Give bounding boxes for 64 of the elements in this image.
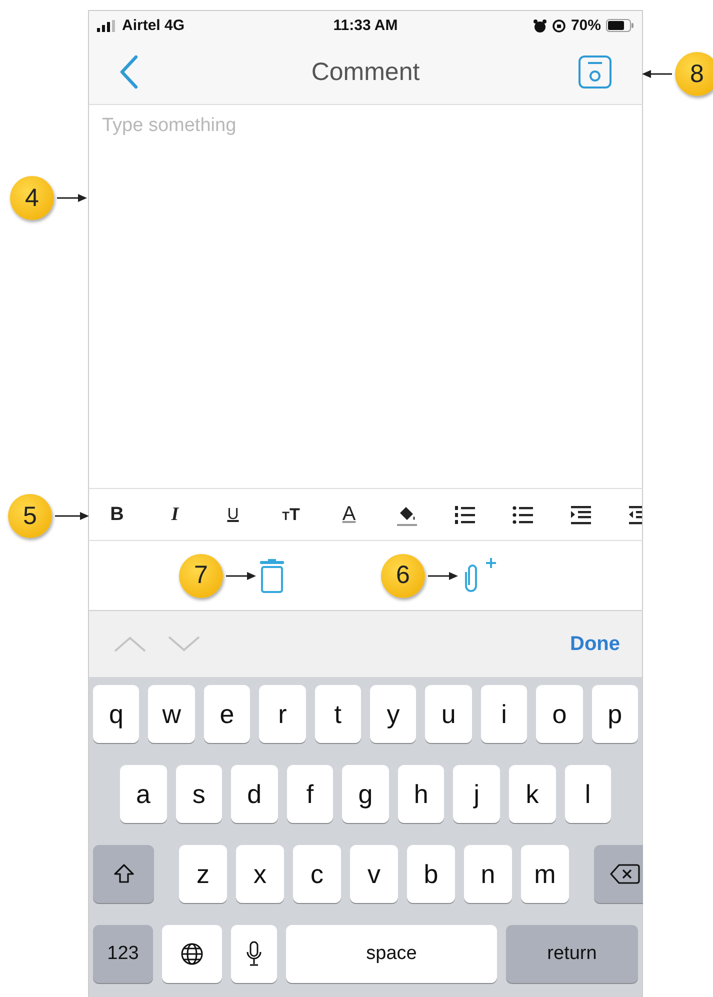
- letter-key[interactable]: t: [314, 685, 362, 743]
- letter-key[interactable]: o: [536, 685, 583, 743]
- letter-key[interactable]: r: [259, 685, 306, 743]
- letter-key[interactable]: k: [508, 765, 556, 823]
- letter-key[interactable]: h: [398, 765, 444, 823]
- letter-key[interactable]: b: [407, 845, 455, 903]
- letter-key[interactable]: z: [179, 845, 227, 903]
- letter-key[interactable]: w: [148, 685, 195, 743]
- size-tool[interactable]: TT: [278, 504, 304, 524]
- letter-key[interactable]: y: [370, 685, 416, 743]
- callout-badge: 7: [179, 554, 223, 598]
- space-key[interactable]: space: [286, 925, 497, 983]
- numbers-key[interactable]: 123: [93, 925, 153, 983]
- callout-badge: 6: [381, 554, 425, 598]
- shift-icon: [112, 863, 134, 885]
- battery-icon: [606, 19, 634, 32]
- trash-icon[interactable]: [259, 558, 285, 592]
- back-icon[interactable]: [119, 55, 139, 89]
- save-icon[interactable]: [578, 55, 612, 89]
- globe-key[interactable]: [162, 925, 222, 983]
- letter-key[interactable]: a: [120, 765, 167, 823]
- callout-arrow: [55, 511, 89, 521]
- letter-key[interactable]: j: [453, 765, 500, 823]
- globe-icon: [180, 942, 204, 966]
- carrier-name: Airtel 4G: [122, 17, 185, 34]
- shift-key[interactable]: [93, 845, 154, 903]
- letter-key[interactable]: e: [204, 685, 250, 743]
- callout-arrow: [428, 570, 458, 580]
- letter-key[interactable]: s: [176, 765, 222, 823]
- color-tool[interactable]: A: [336, 503, 362, 526]
- comment-field[interactable]: Type something: [88, 105, 643, 489]
- callout-badge: 5: [8, 494, 52, 538]
- letter-key[interactable]: m: [521, 845, 569, 903]
- letter-key[interactable]: i: [480, 685, 528, 743]
- return-key[interactable]: return: [506, 925, 638, 983]
- letter-key[interactable]: u: [425, 685, 472, 743]
- callout-arrow: [226, 570, 256, 580]
- rotation-lock-icon: [552, 18, 566, 32]
- microphone-key[interactable]: [231, 925, 277, 983]
- letter-key[interactable]: x: [236, 845, 284, 903]
- letter-key[interactable]: v: [350, 845, 398, 903]
- letter-key[interactable]: q: [93, 685, 140, 743]
- letter-key[interactable]: d: [231, 765, 278, 823]
- italic-tool[interactable]: I: [162, 504, 188, 526]
- letter-key[interactable]: c: [293, 845, 341, 903]
- status-time: 11:33 AM: [333, 17, 398, 34]
- callout-arrow: [642, 69, 672, 79]
- done-button[interactable]: Done: [570, 632, 620, 656]
- bold-tool[interactable]: B: [104, 504, 130, 526]
- delete-key[interactable]: [594, 845, 643, 903]
- microphone-icon: [246, 941, 262, 967]
- letter-key[interactable]: g: [342, 765, 389, 823]
- delete-icon: [610, 863, 640, 885]
- screen-title: Comment: [311, 58, 420, 86]
- callout-badge: 8: [675, 52, 713, 96]
- signal-icon: [97, 20, 117, 32]
- underline-tool[interactable]: U: [220, 506, 246, 524]
- letter-key[interactable]: l: [564, 765, 612, 823]
- letter-key[interactable]: f: [286, 765, 334, 823]
- callout-badge: 4: [10, 176, 54, 220]
- callout-arrow: [57, 193, 87, 203]
- letter-key[interactable]: n: [464, 845, 512, 903]
- battery-percent: 70%: [570, 17, 601, 34]
- letter-key[interactable]: p: [592, 685, 638, 743]
